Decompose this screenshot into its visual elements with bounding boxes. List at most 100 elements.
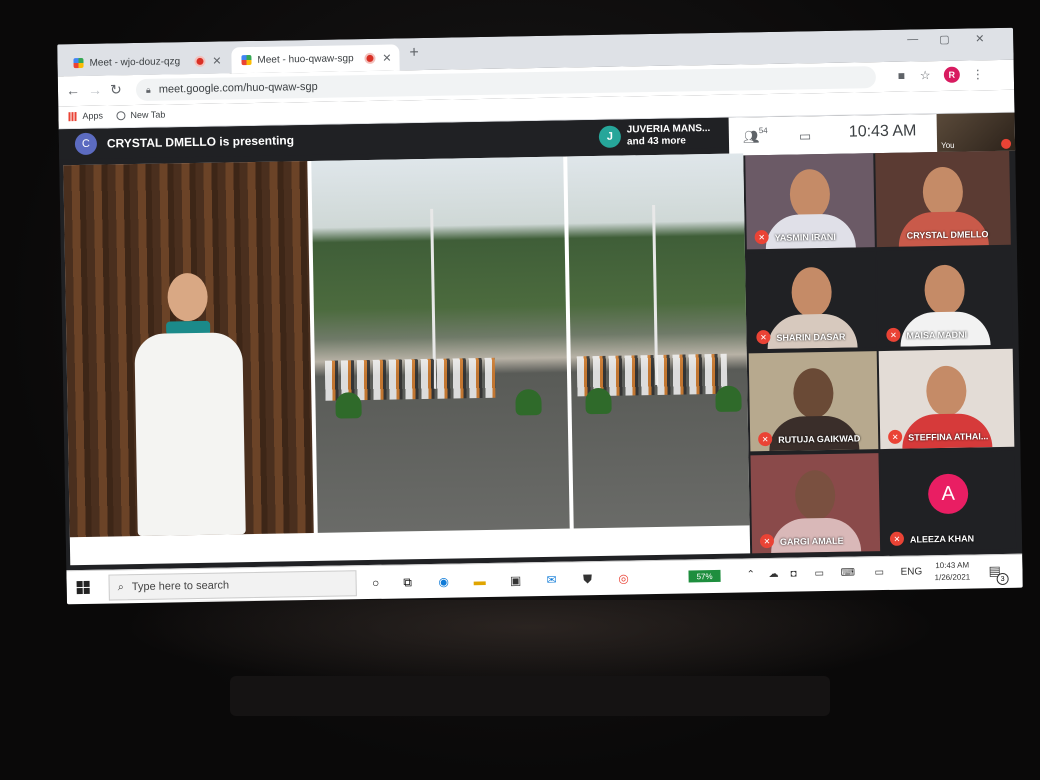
input-language[interactable]: ENG	[900, 566, 922, 577]
bookmark-label: New Tab	[130, 109, 166, 121]
meeting-clock: 10:43 AM	[848, 122, 917, 141]
reload-icon[interactable]: ↻	[110, 81, 122, 98]
participant-tile[interactable]: ✕ STEFFINA ATHAI...	[878, 348, 1015, 450]
participant-name: SHARIN DASAR	[776, 331, 846, 343]
participant-name: GARGI AMALE	[779, 535, 844, 547]
participant-tile[interactable]: ✕ GARGI AMALE	[750, 453, 881, 554]
close-tab-icon[interactable]: ✕	[382, 51, 391, 64]
presentation-slide	[63, 153, 751, 566]
cortana-icon[interactable]: ○	[366, 574, 384, 592]
participant-tile[interactable]: ✕ RUTUJA GAIKWAD	[748, 351, 879, 452]
bookmark-label: Apps	[82, 110, 104, 121]
file-explorer-icon[interactable]: ▬	[470, 572, 488, 590]
close-window-button[interactable]: ✕	[975, 32, 984, 45]
join-notification: J JUVERIA MANS... and 43 more	[598, 120, 711, 152]
taskbar-time: 10:43 AM	[935, 560, 970, 571]
recording-indicator-icon	[364, 52, 376, 64]
participant-tile[interactable]: ✕ SHARIN DASAR	[746, 251, 877, 350]
meet-favicon-icon	[241, 54, 252, 66]
back-arrow-icon[interactable]: ←	[66, 82, 80, 98]
participant-name: ALEEZA KHAN	[909, 533, 975, 545]
plant-pot	[515, 388, 542, 416]
plant-pot	[715, 385, 742, 412]
globe-icon	[116, 110, 126, 120]
mic-muted-icon: ✕	[886, 327, 901, 342]
search-placeholder: Type here to search	[131, 579, 230, 594]
keyboard-icon[interactable]: ⌨	[840, 568, 855, 579]
student-figure	[117, 268, 262, 537]
mic-off-icon	[1000, 138, 1012, 149]
self-label: You	[941, 140, 955, 150]
chat-icon[interactable]: ▭	[799, 128, 812, 144]
bookmark-new-tab[interactable]: New Tab	[116, 110, 165, 121]
joiner-more: and 43 more	[626, 135, 686, 148]
battery-tray-icon[interactable]: ▭	[814, 568, 824, 579]
participant-name: MAISA MADNI	[906, 329, 968, 341]
flag-hoisting-photo	[311, 153, 750, 533]
security-shield-icon[interactable]: ⛊	[578, 570, 596, 588]
photo-divider	[563, 156, 574, 529]
people-icon[interactable]: 👥︎	[743, 129, 760, 145]
notification-count: 3	[996, 572, 1009, 586]
tab-meet-1[interactable]: Meet - wjo-douz-qzg ✕	[63, 47, 230, 77]
mic-muted-icon: ✕	[888, 429, 903, 444]
joiner-name: JUVERIA MANS...	[626, 123, 711, 136]
joiner-avatar: J	[598, 125, 622, 148]
apps-grid-icon	[68, 111, 78, 121]
student-photo	[63, 161, 314, 538]
tab-title: Meet - wjo-douz-qzg	[89, 55, 181, 69]
maximize-button[interactable]: ▢	[939, 33, 950, 46]
presenter-text: CRYSTAL DMELLO is presenting	[106, 133, 295, 151]
meet-call: C CRYSTAL DMELLO is presenting J JUVERIA…	[58, 112, 1023, 570]
edge-icon[interactable]: ◉	[434, 573, 452, 591]
bookmark-star-icon[interactable]: ☆	[920, 68, 931, 82]
meet-favicon-icon	[73, 57, 84, 69]
participant-count: 54	[758, 125, 768, 136]
presenter-avatar: C	[74, 132, 98, 156]
battery-indicator[interactable]: 57%	[688, 569, 721, 583]
cloud-icon[interactable]: ☁	[768, 569, 778, 580]
participant-tile[interactable]: ✕ MAISA MADNI	[876, 248, 1013, 348]
new-tab-button[interactable]: +	[409, 44, 419, 62]
search-icon: ⌕	[117, 580, 124, 593]
forward-arrow-icon[interactable]: →	[88, 82, 102, 98]
screen: Meet - wjo-douz-qzg ✕ Meet - huo-qwaw-sg…	[57, 27, 1023, 605]
taskbar-clock[interactable]: 10:43 AM 1/26/2021	[934, 560, 971, 585]
profile-avatar[interactable]: R	[943, 66, 960, 83]
tab-meet-2[interactable]: Meet - huo-qwaw-sgp ✕	[231, 44, 400, 74]
participant-name: YASMIN IRANI	[774, 231, 836, 243]
windows-start-icon[interactable]	[76, 580, 90, 595]
bookmark-apps[interactable]: Apps	[68, 111, 103, 122]
recording-indicator-icon	[194, 55, 206, 67]
mail-icon[interactable]: ✉	[542, 571, 560, 589]
meet-top-controls: 👥︎ 54 ▭ 10:43 AM You	[728, 112, 1016, 156]
tab-title: Meet - huo-qwaw-sgp	[257, 52, 354, 66]
task-view-icon[interactable]: ⧉	[398, 573, 416, 591]
self-view[interactable]: You	[936, 112, 1016, 153]
participant-name: STEFFINA ATHAI...	[908, 431, 989, 443]
store-icon[interactable]: ▣	[506, 571, 524, 589]
url-text: meet.google.com/huo-qwaw-sgp	[158, 80, 318, 96]
participant-avatar: A	[927, 473, 969, 515]
chrome-icon[interactable]: ◎	[614, 569, 632, 587]
participant-tile[interactable]: A ✕ ALEEZA KHAN	[880, 450, 1017, 552]
menu-kebab-icon[interactable]: ⋮	[972, 67, 984, 81]
participant-name: CRYSTAL DMELLO	[906, 229, 989, 241]
camera-tray-icon[interactable]: ◘	[790, 569, 796, 580]
taskbar-search[interactable]: ⌕ Type here to search	[108, 570, 357, 601]
close-tab-icon[interactable]: ✕	[212, 54, 221, 67]
laptop-base	[230, 676, 830, 716]
participant-tile[interactable]: CRYSTAL DMELLO	[875, 150, 1011, 248]
plant-pot	[335, 392, 362, 419]
volume-icon[interactable]: ▭	[874, 567, 884, 578]
plant-pot	[585, 387, 612, 415]
camera-icon[interactable]: ■	[898, 69, 905, 83]
minimize-button[interactable]: —	[907, 33, 918, 45]
lock-icon: 🔒︎	[145, 84, 151, 95]
mic-muted-icon: ✕	[889, 531, 905, 546]
participant-tile[interactable]: ✕ YASMIN IRANI	[745, 153, 875, 250]
taskbar-date: 1/26/2021	[934, 572, 971, 583]
chevron-up-icon[interactable]: ⌃	[746, 569, 755, 580]
participant-name: RUTUJA GAIKWAD	[778, 433, 861, 445]
participant-grid: ✕ YASMIN IRANI CRYSTAL DMELLO ✕ SHARIN D…	[745, 150, 1022, 556]
